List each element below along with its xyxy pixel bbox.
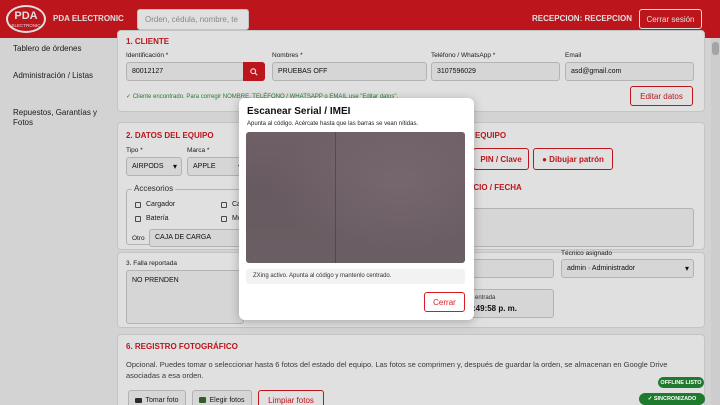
camera-seam <box>335 132 336 263</box>
sync-badge: ✓ SINCRONIZADO <box>639 393 705 405</box>
scan-status: ZXing activo. Apunta al código y mantenl… <box>246 269 465 284</box>
scan-modal: Escanear Serial / IMEI Apunta al código.… <box>239 98 474 320</box>
modal-subtitle: Apunta al código. Acércate hasta que las… <box>247 121 419 127</box>
modal-title: Escanear Serial / IMEI <box>247 106 351 117</box>
camera-shade <box>246 132 465 263</box>
offline-badge: OFFLINE LISTO <box>658 377 704 388</box>
close-modal-button[interactable]: Cerrar <box>424 292 465 312</box>
camera-preview <box>246 132 465 263</box>
